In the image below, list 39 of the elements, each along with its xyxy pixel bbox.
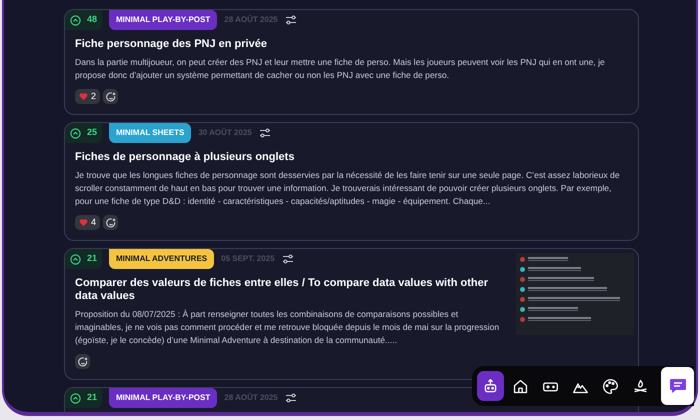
reaction-button[interactable]: 2 bbox=[75, 89, 100, 104]
category-tag: MINIMAL PLAY-BY-POST bbox=[109, 10, 218, 30]
filter-icon[interactable] bbox=[282, 253, 294, 265]
heart-icon bbox=[79, 92, 88, 101]
upvote-button[interactable]: 25 bbox=[65, 123, 102, 143]
add-reaction-button[interactable] bbox=[103, 215, 118, 230]
emoji-add-icon bbox=[106, 92, 116, 102]
post-description: Dans la partie multijoueur, on peut créer des PNJ et leur mettre une fiche de perso. Mais les joueurs peuvent voir les PNJ qui en ont une, je propose donc d’ajouter un système permettant de cacher ou non les PNJ avec une fiche de perso. bbox=[74, 56, 606, 82]
robot-icon bbox=[482, 378, 499, 394]
post-title[interactable]: Fiches de personnage à plusieurs onglets bbox=[65, 151, 638, 164]
post-description: Je trouve que les longues fiches de personnage sont desservies par la nécessité de les faire tenir sur une seule page. C’est assez laborieux de scroller constamment de haut en bas pour trouver une information. Je trouverais intéressant de pouvoir créer plusieurs onglets. Par exemple, pour une fiche de type D&D : identité - caractéristiques - capacités/aptitudes - magie - équipement. Chaque... bbox=[74, 169, 621, 208]
upvote-button[interactable]: 21 bbox=[65, 388, 102, 408]
post-title[interactable]: Comparer des valeurs de fiches entre elles / To compare data values with other data values bbox=[65, 277, 516, 303]
upvote-button[interactable]: 48 bbox=[65, 10, 102, 30]
post-description: Proposition du 08/07/2025 : À part renseigner toutes les combinaisons de comparaisons possibles et imaginables, je ne vois pas comment procéder et me retrouve bloquée depuis le mois de mai sur la progression (égoïste, je le concède) d’une Minimal Adventure à destination de la communauté..... bbox=[74, 308, 500, 347]
add-reaction-button[interactable] bbox=[75, 354, 90, 369]
campfire-icon bbox=[632, 378, 649, 394]
emoji-add-icon bbox=[78, 356, 88, 366]
chat-button[interactable] bbox=[661, 367, 694, 405]
upvote-icon bbox=[70, 14, 81, 26]
upvote-icon bbox=[70, 254, 81, 264]
chat-icon bbox=[668, 376, 688, 396]
heart-icon bbox=[79, 218, 88, 227]
add-reaction-button[interactable] bbox=[103, 89, 118, 104]
category-tag: MINIMAL SHEETS bbox=[109, 123, 192, 143]
upvote-button[interactable]: 21 bbox=[65, 249, 102, 269]
reaction-button[interactable]: 4 bbox=[75, 215, 100, 230]
filter-icon[interactable] bbox=[284, 14, 297, 26]
home-icon bbox=[512, 378, 529, 394]
emoji-add-icon bbox=[106, 218, 116, 228]
category-tag: MINIMAL PLAY-BY-POST bbox=[109, 388, 218, 408]
nav-button[interactable] bbox=[477, 371, 504, 401]
palette-icon bbox=[602, 378, 619, 394]
filter-icon[interactable] bbox=[284, 392, 297, 404]
category-tag: MINIMAL ADVENTURES bbox=[109, 249, 214, 269]
upvote-icon bbox=[70, 128, 81, 138]
upvote-icon bbox=[70, 392, 81, 404]
filter-icon[interactable] bbox=[258, 127, 271, 139]
post-title[interactable]: Fiche personnage des PNJ en privée bbox=[65, 38, 638, 51]
